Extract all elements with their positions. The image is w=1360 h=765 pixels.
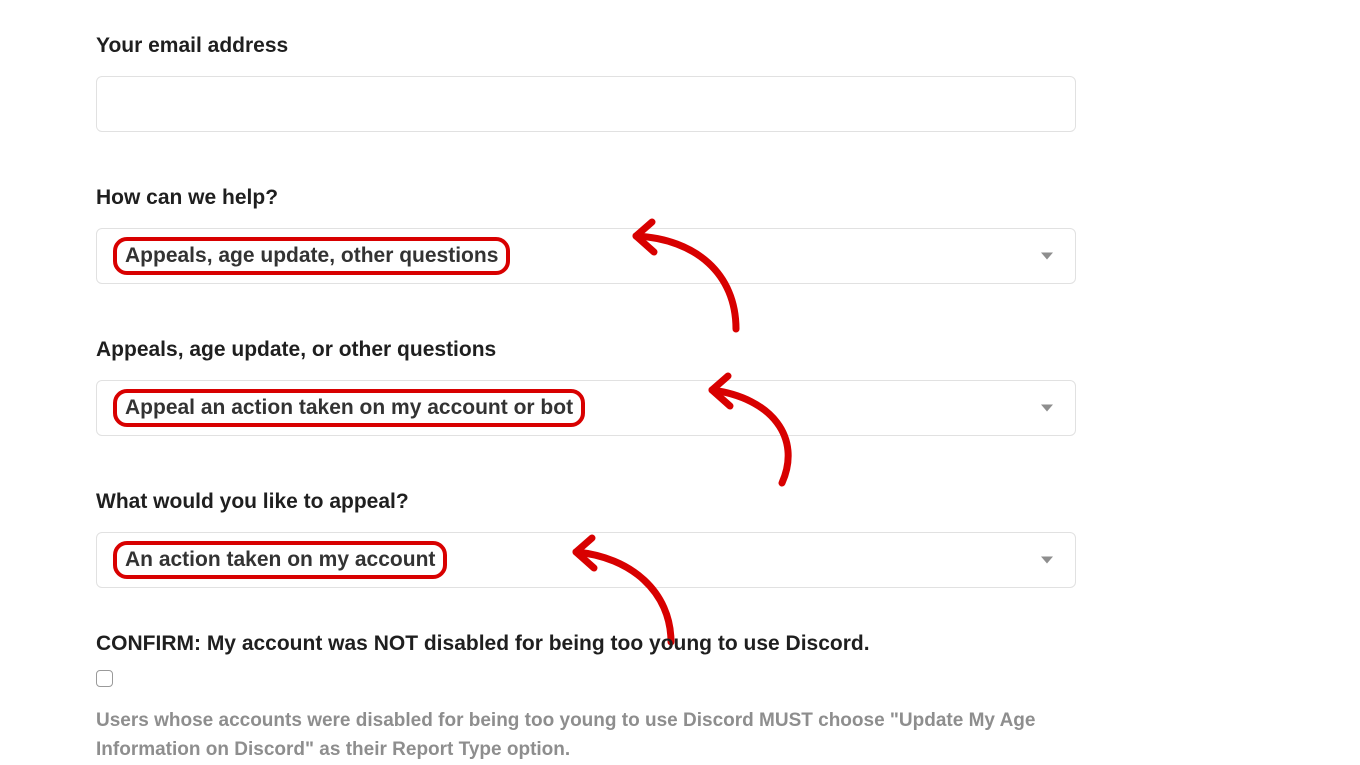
- appeal-what-field-group: What would you like to appeal? An action…: [96, 490, 1074, 588]
- appeals-select[interactable]: Appeal an action taken on my account or …: [96, 380, 1076, 436]
- chevron-down-icon: [1041, 253, 1053, 260]
- appeal-what-selected-value: An action taken on my account: [113, 541, 447, 579]
- confirm-help-text: Users whose accounts were disabled for b…: [96, 706, 1056, 765]
- confirm-checkbox-wrap: [96, 670, 1074, 692]
- chevron-down-icon: [1041, 557, 1053, 564]
- appeals-selected-value: Appeal an action taken on my account or …: [113, 389, 585, 427]
- email-field-group: Your email address: [96, 34, 1074, 132]
- how-help-field-group: How can we help? Appeals, age update, ot…: [96, 186, 1074, 284]
- confirm-checkbox[interactable]: [96, 670, 113, 687]
- appeal-what-select[interactable]: An action taken on my account: [96, 532, 1076, 588]
- support-form: Your email address How can we help? Appe…: [0, 0, 1170, 765]
- confirm-field-group: CONFIRM: My account was NOT disabled for…: [96, 632, 1074, 765]
- appeals-field-group: Appeals, age update, or other questions …: [96, 338, 1074, 436]
- how-help-label: How can we help?: [96, 186, 1074, 210]
- how-help-selected-value: Appeals, age update, other questions: [113, 237, 510, 275]
- confirm-label: CONFIRM: My account was NOT disabled for…: [96, 632, 1074, 656]
- appeal-what-label: What would you like to appeal?: [96, 490, 1074, 514]
- email-label: Your email address: [96, 34, 1074, 58]
- chevron-down-icon: [1041, 405, 1053, 412]
- appeals-label: Appeals, age update, or other questions: [96, 338, 1074, 362]
- email-input[interactable]: [96, 76, 1076, 132]
- how-help-select[interactable]: Appeals, age update, other questions: [96, 228, 1076, 284]
